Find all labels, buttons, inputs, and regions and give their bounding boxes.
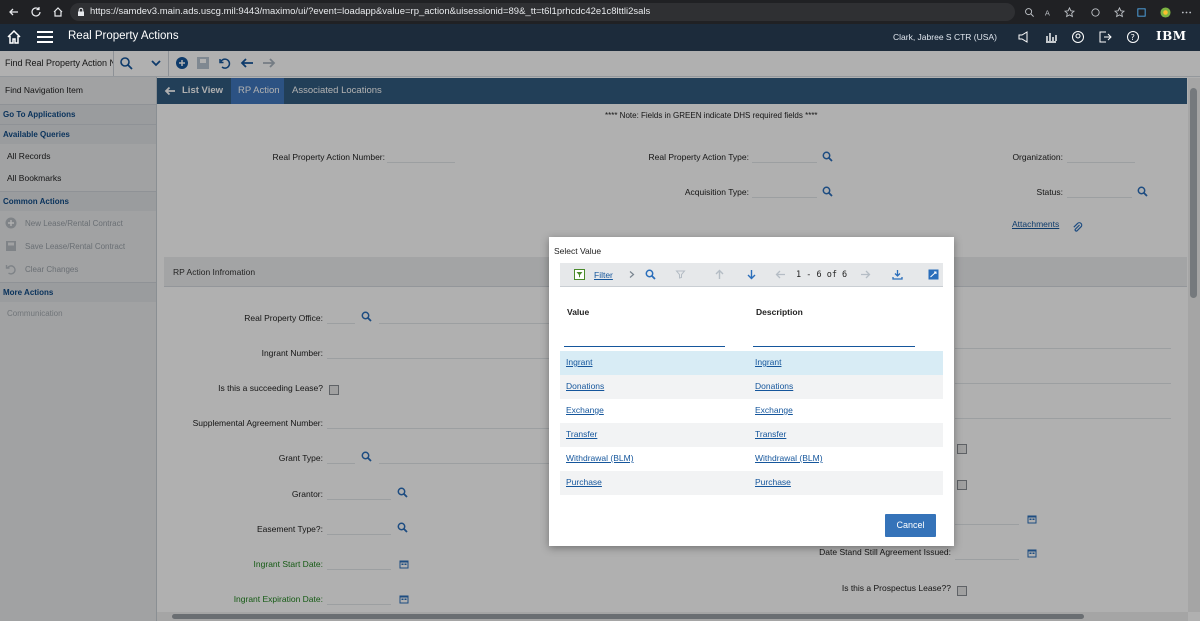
row-value-link[interactable]: Transfer [566,429,597,439]
table-row[interactable]: Withdrawal (BLM) Withdrawal (BLM) [560,447,943,471]
download-icon[interactable] [892,269,903,280]
refresh-icon[interactable] [28,4,44,20]
row-value-link[interactable]: Exchange [566,405,604,415]
row-value-link[interactable]: Donations [566,381,604,391]
collections-icon[interactable] [1133,4,1149,20]
column-header-value[interactable]: Value [567,307,589,317]
hamburger-menu-icon[interactable] [37,30,53,44]
pagination-text: 1 - 6 of 6 [796,270,848,280]
help-icon[interactable]: ? [1126,30,1140,44]
row-description-link[interactable]: Transfer [755,429,786,439]
next-page-icon[interactable] [860,269,871,280]
row-description-link[interactable]: Purchase [755,477,791,487]
search-icon[interactable] [645,269,656,280]
svg-text:A: A [1044,8,1049,17]
arrow-up-icon[interactable] [714,269,725,280]
row-description-link[interactable]: Ingrant [755,357,781,367]
extensions-icon[interactable] [1087,4,1103,20]
app-header: Real Property Actions Clark, Jabree S CT… [0,24,1200,51]
app-title: Real Property Actions [68,30,179,42]
row-value-link[interactable]: Ingrant [566,357,592,367]
zoom-icon[interactable] [1021,4,1037,20]
sign-out-icon[interactable] [1098,30,1112,44]
table-row[interactable]: Transfer Transfer [560,423,943,447]
value-filter-input[interactable] [564,346,725,347]
table-row[interactable]: Donations Donations [560,375,943,399]
cancel-button[interactable]: Cancel [885,514,936,537]
filter-link[interactable]: Filter [594,270,613,280]
url-text: https://samdev3.main.ads.uscg.mil:9443/m… [90,6,651,17]
description-filter-input[interactable] [753,346,915,347]
chevron-right-icon[interactable] [626,269,637,280]
filter-icon[interactable] [574,269,585,280]
user-name: Clark, Jabree S CTR (USA) [893,32,997,42]
address-bar[interactable]: https://samdev3.main.ads.uscg.mil:9443/m… [70,3,1015,21]
row-value-link[interactable]: Purchase [566,477,602,487]
profile-avatar[interactable] [1157,4,1173,20]
previous-page-icon[interactable] [775,269,786,280]
ibm-logo: IBM [1156,29,1187,43]
bulletins-icon[interactable] [1017,30,1031,44]
reports-icon[interactable] [1044,30,1058,44]
home-icon[interactable] [6,29,22,45]
table-row[interactable]: Exchange Exchange [560,399,943,423]
clear-filter-icon[interactable] [675,269,686,280]
table-row[interactable]: Ingrant Ingrant [560,351,943,375]
dialog-table-toolbar: Filter 1 - 6 of 6 [560,263,943,287]
row-description-link[interactable]: Exchange [755,405,793,415]
column-header-description[interactable]: Description [756,307,803,317]
table-row[interactable]: Purchase Purchase [560,471,943,495]
select-value-dialog: Select Value Filter 1 - 6 of 6 Value Des… [549,237,954,546]
favorite-star-icon[interactable] [1061,4,1077,20]
browser-toolbar: https://samdev3.main.ads.uscg.mil:9443/m… [0,0,1200,24]
row-description-link[interactable]: Withdrawal (BLM) [755,453,823,463]
more-options-icon[interactable] [1178,4,1194,20]
favorites-bar-icon[interactable] [1111,4,1127,20]
dialog-title: Select Value [554,246,602,256]
svg-text:?: ? [1131,33,1135,42]
home-icon[interactable] [50,4,66,20]
row-value-link[interactable]: Withdrawal (BLM) [566,453,634,463]
lock-icon [78,7,84,16]
read-aloud-icon[interactable]: A [1041,4,1057,20]
arrow-down-icon[interactable] [746,269,757,280]
back-icon[interactable] [6,4,22,20]
row-description-link[interactable]: Donations [755,381,793,391]
table-settings-icon[interactable] [928,269,939,280]
profile-icon[interactable] [1071,30,1085,44]
